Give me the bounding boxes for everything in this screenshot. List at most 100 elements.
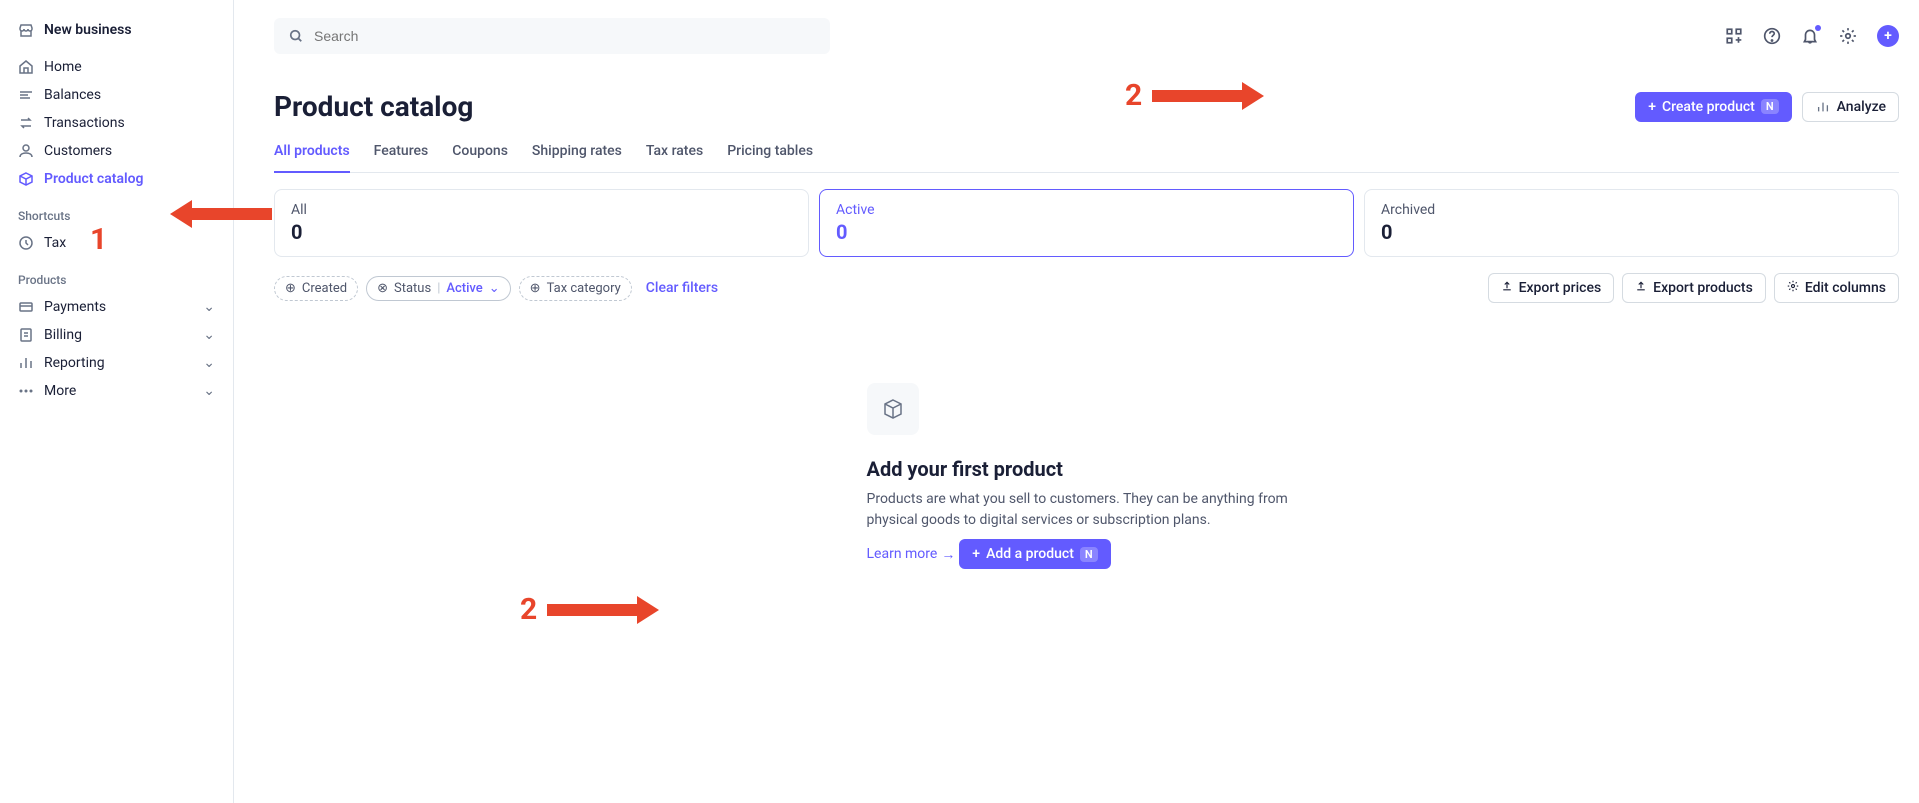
empty-title: Add your first product bbox=[867, 457, 1307, 481]
tab-all-products[interactable]: All products bbox=[274, 133, 350, 173]
gear-icon bbox=[1787, 280, 1799, 296]
filter-created[interactable]: ⊕ Created bbox=[274, 276, 358, 301]
nav-transactions[interactable]: Transactions bbox=[0, 109, 233, 137]
chip-label: Tax category bbox=[547, 281, 621, 296]
nav-home[interactable]: Home bbox=[0, 53, 233, 81]
analyze-button[interactable]: Analyze bbox=[1802, 92, 1899, 122]
page-title: Product catalog bbox=[274, 90, 473, 123]
plus-circle-icon: ⊕ bbox=[530, 281, 541, 296]
stat-cards: All 0 Active 0 Archived 0 bbox=[274, 189, 1899, 257]
main-content: + Product catalog + Create product N Ana… bbox=[234, 0, 1919, 803]
stat-value: 0 bbox=[291, 220, 792, 244]
nav-product-catalog[interactable]: Product catalog bbox=[0, 165, 233, 193]
nav-billing[interactable]: Billing ⌄ bbox=[0, 321, 233, 349]
stat-card-all[interactable]: All 0 bbox=[274, 189, 809, 257]
transactions-icon bbox=[18, 115, 34, 131]
filter-tax-category[interactable]: ⊕ Tax category bbox=[519, 276, 632, 301]
help-icon[interactable] bbox=[1763, 27, 1781, 45]
learn-more-link[interactable]: Learn more → bbox=[867, 546, 956, 563]
button-label: Export prices bbox=[1519, 280, 1602, 296]
search-icon bbox=[288, 28, 304, 44]
export-prices-button[interactable]: Export prices bbox=[1488, 273, 1615, 303]
search-input[interactable] bbox=[274, 18, 830, 54]
filter-status[interactable]: ⊗ Status | Active ⌄ bbox=[366, 276, 511, 301]
button-label: Analyze bbox=[1837, 99, 1886, 115]
empty-state: Add your first product Products are what… bbox=[867, 383, 1307, 581]
nav-label: More bbox=[44, 383, 76, 399]
button-label: Export products bbox=[1653, 280, 1753, 296]
search-field[interactable] bbox=[314, 28, 816, 44]
products-label: Products bbox=[0, 257, 233, 293]
settings-icon[interactable] bbox=[1839, 27, 1857, 45]
sidebar: New business Home Balances Transactions … bbox=[0, 0, 234, 803]
nav-label: Customers bbox=[44, 143, 112, 159]
plus-icon: + bbox=[972, 546, 980, 562]
nav-balances[interactable]: Balances bbox=[0, 81, 233, 109]
home-icon bbox=[18, 59, 34, 75]
billing-icon bbox=[18, 327, 34, 343]
stat-label: All bbox=[291, 202, 792, 218]
more-icon bbox=[18, 383, 34, 399]
tab-features[interactable]: Features bbox=[374, 133, 429, 172]
clock-icon bbox=[18, 235, 34, 251]
add-product-button[interactable]: + Add a product N bbox=[959, 539, 1110, 569]
notifications-icon[interactable] bbox=[1801, 27, 1819, 45]
create-shortcut-button[interactable]: + bbox=[1877, 25, 1899, 47]
reporting-icon bbox=[18, 355, 34, 371]
nav-label: Home bbox=[44, 59, 82, 75]
nav-label: Transactions bbox=[44, 115, 125, 131]
x-circle-icon: ⊗ bbox=[377, 281, 388, 296]
link-label: Learn more bbox=[867, 546, 938, 562]
button-label: Edit columns bbox=[1805, 280, 1886, 296]
stat-label: Archived bbox=[1381, 202, 1882, 218]
store-icon bbox=[18, 22, 34, 38]
tab-coupons[interactable]: Coupons bbox=[452, 133, 508, 172]
arrow-right-icon: → bbox=[941, 546, 955, 563]
stat-value: 0 bbox=[836, 220, 1337, 244]
chart-icon bbox=[1815, 99, 1831, 115]
plus-icon: + bbox=[1648, 99, 1656, 115]
nav-customers[interactable]: Customers bbox=[0, 137, 233, 165]
tab-tax-rates[interactable]: Tax rates bbox=[646, 133, 703, 172]
package-icon bbox=[18, 171, 34, 187]
tab-shipping-rates[interactable]: Shipping rates bbox=[532, 133, 622, 172]
nav-tax[interactable]: Tax bbox=[0, 229, 233, 257]
export-icon bbox=[1501, 280, 1513, 296]
nav-label: Reporting bbox=[44, 355, 105, 371]
export-products-button[interactable]: Export products bbox=[1622, 273, 1766, 303]
nav-label: Balances bbox=[44, 87, 101, 103]
nav-reporting[interactable]: Reporting ⌄ bbox=[0, 349, 233, 377]
kbd-hint: N bbox=[1080, 547, 1098, 562]
tab-pricing-tables[interactable]: Pricing tables bbox=[727, 133, 813, 172]
filter-row: ⊕ Created ⊗ Status | Active ⌄ ⊕ Tax cate… bbox=[274, 273, 1899, 303]
payments-icon bbox=[18, 299, 34, 315]
button-label: Create product bbox=[1662, 99, 1755, 115]
topbar: + bbox=[274, 0, 1899, 72]
chevron-down-icon: ⌄ bbox=[489, 281, 500, 296]
tabs: All products Features Coupons Shipping r… bbox=[274, 133, 1899, 173]
stat-card-archived[interactable]: Archived 0 bbox=[1364, 189, 1899, 257]
chevron-down-icon: ⌄ bbox=[203, 355, 215, 371]
business-switcher[interactable]: New business bbox=[0, 12, 233, 53]
nav-payments[interactable]: Payments ⌄ bbox=[0, 293, 233, 321]
create-product-button[interactable]: + Create product N bbox=[1635, 92, 1791, 122]
apps-icon[interactable] bbox=[1725, 27, 1743, 45]
chip-label: Created bbox=[302, 281, 347, 296]
nav-label: Product catalog bbox=[44, 171, 144, 187]
customers-icon bbox=[18, 143, 34, 159]
chevron-down-icon: ⌄ bbox=[203, 299, 215, 315]
edit-columns-button[interactable]: Edit columns bbox=[1774, 273, 1899, 303]
nav-more[interactable]: More ⌄ bbox=[0, 377, 233, 405]
nav-label: Payments bbox=[44, 299, 106, 315]
chip-value: Active bbox=[446, 281, 482, 296]
kbd-hint: N bbox=[1761, 99, 1779, 114]
export-icon bbox=[1635, 280, 1647, 296]
stat-card-active[interactable]: Active 0 bbox=[819, 189, 1354, 257]
button-label: Add a product bbox=[986, 546, 1074, 562]
chip-label: Status bbox=[394, 281, 431, 296]
stat-label: Active bbox=[836, 202, 1337, 218]
page-header: Product catalog + Create product N Analy… bbox=[274, 72, 1899, 133]
stat-value: 0 bbox=[1381, 220, 1882, 244]
clear-filters-link[interactable]: Clear filters bbox=[646, 280, 718, 296]
empty-icon bbox=[867, 383, 919, 435]
